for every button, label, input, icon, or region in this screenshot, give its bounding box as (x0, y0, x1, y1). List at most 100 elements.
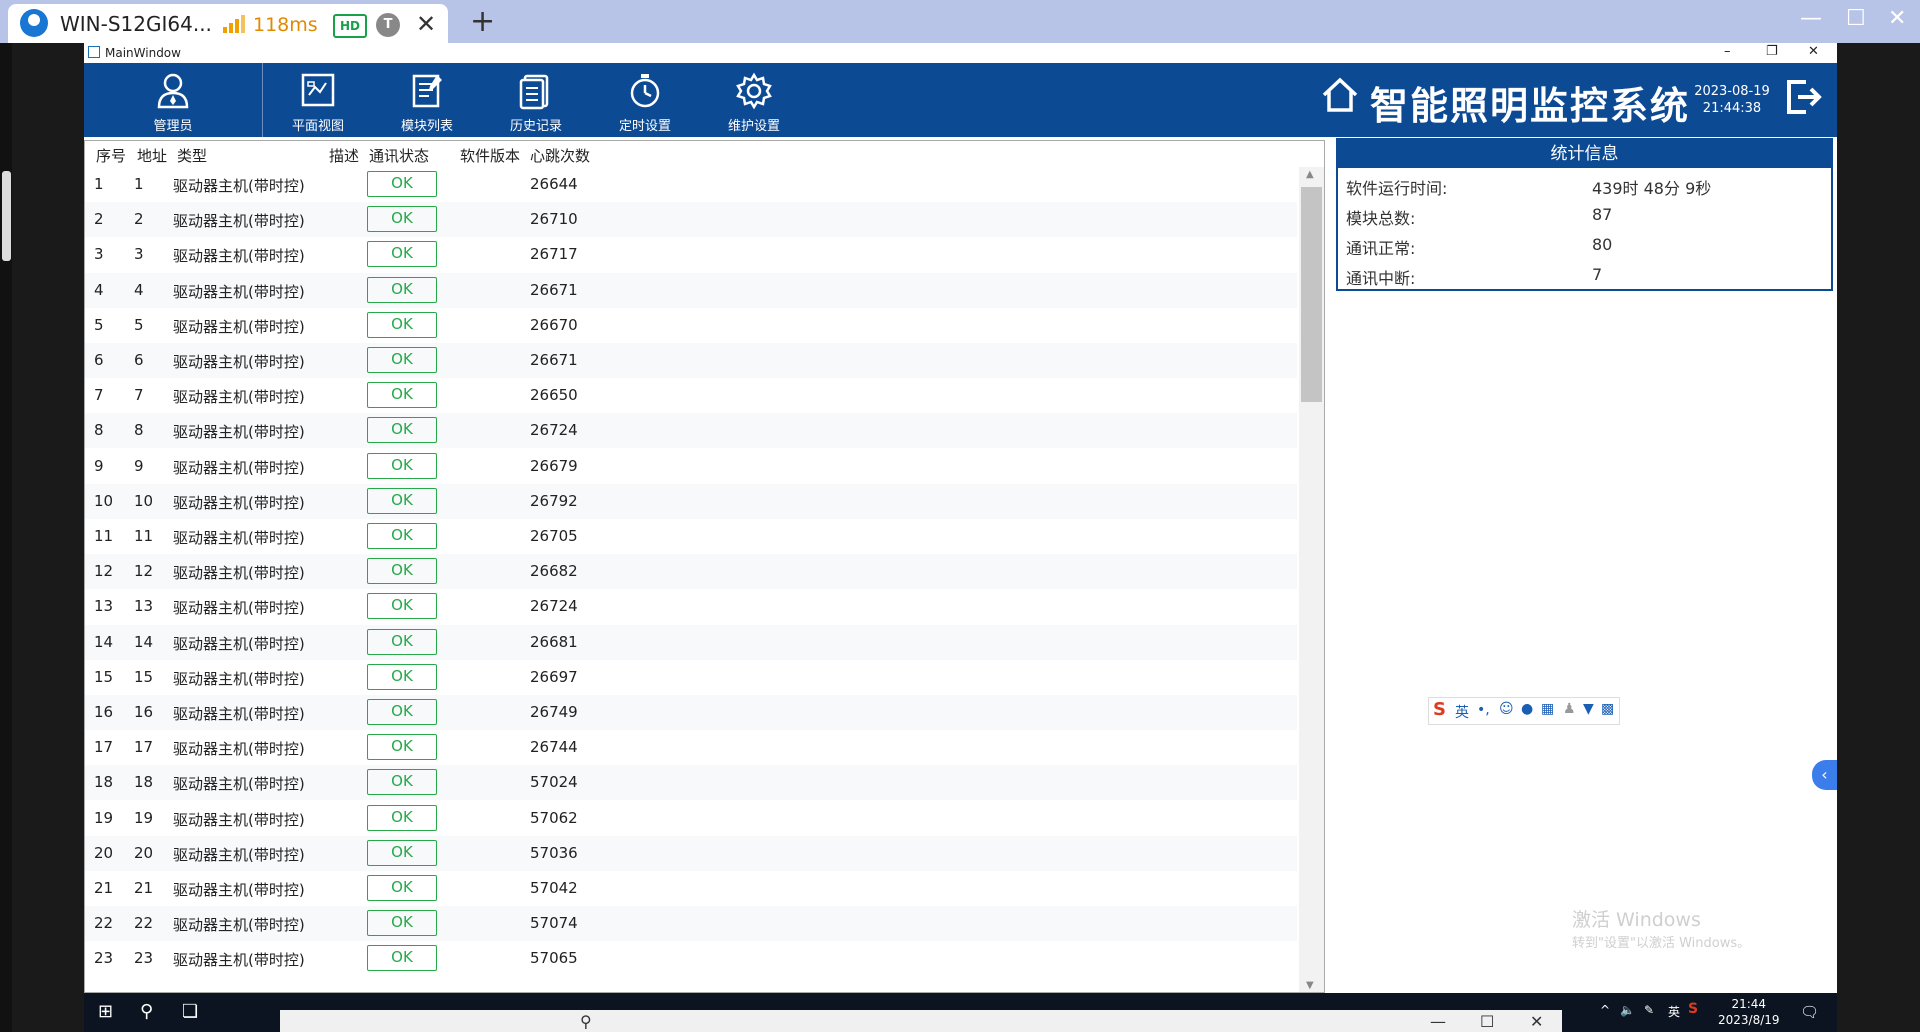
side-handle[interactable] (2, 171, 11, 261)
scroll-down-icon[interactable]: ▼ (1306, 980, 1314, 991)
mic-icon[interactable]: ● (1521, 701, 1533, 717)
status-ok-badge[interactable]: OK (367, 452, 437, 479)
floatbar-restore-icon[interactable]: ☐ (1480, 1012, 1494, 1031)
table-row[interactable]: 20 20 驱动器主机(带时控) OK 57036 (85, 835, 1297, 871)
floatbar-close-icon[interactable]: ✕ (1530, 1012, 1543, 1031)
pin-icon[interactable]: ⚲ (580, 1012, 592, 1031)
nav-history[interactable]: 历史记录 (486, 63, 586, 137)
minimize-icon[interactable]: — (1800, 6, 1822, 31)
col-software-version[interactable]: 软件版本 (460, 145, 520, 166)
keyboard-icon[interactable]: ▦ (1541, 701, 1554, 717)
status-ok-badge[interactable]: OK (367, 382, 437, 409)
table-row[interactable]: 2 2 驱动器主机(带时控) OK 26710 (85, 202, 1297, 238)
col-index[interactable]: 序号 (96, 145, 126, 166)
table-row[interactable]: 22 22 驱动器主机(带时控) OK 57074 (85, 906, 1297, 942)
status-ok-badge[interactable]: OK (367, 206, 437, 233)
maximize-icon[interactable]: ☐ (1846, 6, 1866, 31)
table-row[interactable]: 15 15 驱动器主机(带时控) OK 26697 (85, 660, 1297, 695)
status-ok-badge[interactable]: OK (367, 875, 437, 901)
grid-scrollbar[interactable]: ▲ ▼ (1299, 167, 1324, 992)
status-ok-badge[interactable]: OK (367, 804, 437, 831)
status-ok-badge[interactable]: OK (367, 769, 437, 796)
sogou-tray-icon[interactable]: S (1688, 1001, 1698, 1017)
table-row[interactable]: 10 10 驱动器主机(带时控) OK 26792 (85, 483, 1297, 519)
table-row[interactable]: 19 19 驱动器主机(带时控) OK 57062 (85, 801, 1297, 836)
taskbar-clock[interactable]: 21:44 2023/8/19 (1718, 996, 1780, 1028)
table-row[interactable]: 14 14 驱动器主机(带时控) OK 26681 (85, 624, 1297, 660)
emoji-icon[interactable]: ☺ (1499, 701, 1514, 717)
window-restore-icon[interactable]: ❐ (1766, 44, 1778, 59)
table-row[interactable]: 11 11 驱动器主机(带时控) OK 26705 (85, 519, 1297, 554)
status-ok-badge[interactable]: OK (367, 663, 437, 690)
toolbox-icon[interactable]: ▩ (1601, 701, 1614, 717)
window-close-icon[interactable]: ✕ (1808, 44, 1819, 59)
status-ok-badge[interactable]: OK (367, 241, 437, 268)
tray-lang[interactable]: 英 (1668, 1003, 1680, 1020)
side-collapse-button[interactable]: ‹ (1812, 760, 1837, 790)
table-row[interactable]: 5 5 驱动器主机(带时控) OK 26670 (85, 308, 1297, 343)
status-ok-badge[interactable]: OK (367, 839, 437, 866)
status-ok-badge[interactable]: OK (367, 347, 437, 373)
nav-module-list[interactable]: 模块列表 (377, 63, 477, 137)
scroll-up-icon[interactable]: ▲ (1306, 169, 1314, 180)
punctuation-icon[interactable]: •, (1477, 702, 1490, 718)
scroll-thumb[interactable] (1301, 187, 1322, 402)
table-row[interactable]: 23 23 驱动器主机(带时控) OK 57065 (85, 941, 1297, 976)
ime-lang[interactable]: 英 (1455, 702, 1469, 722)
browser-tab[interactable]: WIN-S12GI64... 118ms HD T ✕ (8, 4, 448, 43)
table-row[interactable]: 21 21 驱动器主机(带时控) OK 57042 (85, 871, 1297, 906)
status-ok-badge[interactable]: OK (367, 417, 437, 444)
logout-icon[interactable] (1784, 77, 1824, 117)
table-row[interactable]: 16 16 驱动器主机(带时控) OK 26749 (85, 695, 1297, 730)
windows-start-icon[interactable]: ⊞ (98, 1001, 113, 1022)
col-heartbeat[interactable]: 心跳次数 (530, 145, 590, 166)
table-row[interactable]: 3 3 驱动器主机(带时控) OK 26717 (85, 237, 1297, 272)
status-ok-badge[interactable]: OK (367, 945, 437, 972)
table-row[interactable]: 4 4 驱动器主机(带时控) OK 26671 (85, 272, 1297, 308)
col-description[interactable]: 描述 (329, 145, 359, 166)
table-row[interactable]: 6 6 驱动器主机(带时控) OK 26671 (85, 343, 1297, 378)
status-ok-badge[interactable]: OK (367, 311, 437, 338)
task-view-icon[interactable]: ❏ (182, 1001, 198, 1022)
status-ok-badge[interactable]: OK (367, 628, 437, 655)
ime-toolbar[interactable]: S 英 •, ☺ ● ▦ ♟ ▼ ▩ (1428, 697, 1620, 725)
table-row[interactable]: 9 9 驱动器主机(带时控) OK 26679 (85, 449, 1297, 484)
user-icon[interactable]: ♟ (1563, 701, 1576, 717)
table-row[interactable]: 18 18 驱动器主机(带时控) OK 57024 (85, 765, 1297, 801)
col-comm-status[interactable]: 通讯状态 (369, 145, 429, 166)
col-address[interactable]: 地址 (137, 145, 167, 166)
status-ok-badge[interactable]: OK (367, 171, 437, 197)
module-grid[interactable]: 序号 地址 类型 描述 通讯状态 软件版本 心跳次数 1 1 驱动器主机(带时控) O… (84, 140, 1325, 993)
status-ok-badge[interactable]: OK (367, 734, 437, 761)
search-icon[interactable]: ⚲ (140, 1001, 153, 1022)
nav-maintenance-settings[interactable]: 维护设置 (704, 63, 804, 137)
status-ok-badge[interactable]: OK (367, 523, 437, 549)
status-ok-badge[interactable]: OK (367, 558, 437, 585)
status-ok-badge[interactable]: OK (367, 699, 437, 725)
status-ok-badge[interactable]: OK (367, 593, 437, 620)
status-ok-badge[interactable]: OK (367, 910, 437, 937)
table-row[interactable]: 12 12 驱动器主机(带时控) OK 26682 (85, 554, 1297, 590)
table-row[interactable]: 13 13 驱动器主机(带时控) OK 26724 (85, 589, 1297, 624)
hd-badge[interactable]: HD (333, 14, 367, 38)
notification-icon[interactable]: 🗨 (1800, 1003, 1819, 1021)
floatbar-minimize-icon[interactable]: — (1430, 1012, 1446, 1031)
nav-floor-plan[interactable]: 平面视图 (268, 63, 368, 137)
table-row[interactable]: 7 7 驱动器主机(带时控) OK 26650 (85, 378, 1297, 413)
table-row[interactable]: 1 1 驱动器主机(带时控) OK 26644 (85, 167, 1297, 202)
new-tab-button[interactable]: + (470, 4, 495, 39)
nav-timer-settings[interactable]: 定时设置 (595, 63, 695, 137)
window-minimize-icon[interactable]: – (1724, 44, 1731, 59)
tab-close-button[interactable]: ✕ (416, 10, 436, 38)
network-icon[interactable]: ✎ (1644, 1003, 1654, 1017)
close-icon[interactable]: ✕ (1888, 6, 1906, 31)
volume-icon[interactable]: 🔈 (1620, 1003, 1635, 1017)
table-row[interactable]: 17 17 驱动器主机(带时控) OK 26744 (85, 730, 1297, 765)
skin-icon[interactable]: ▼ (1583, 701, 1594, 717)
status-ok-badge[interactable]: OK (367, 276, 437, 303)
tray-expand-icon[interactable]: ^ (1600, 1003, 1610, 1017)
col-type[interactable]: 类型 (177, 145, 207, 166)
user-badge[interactable]: T (376, 13, 400, 37)
table-row[interactable]: 8 8 驱动器主机(带时控) OK 26724 (85, 413, 1297, 449)
status-ok-badge[interactable]: OK (367, 487, 437, 514)
